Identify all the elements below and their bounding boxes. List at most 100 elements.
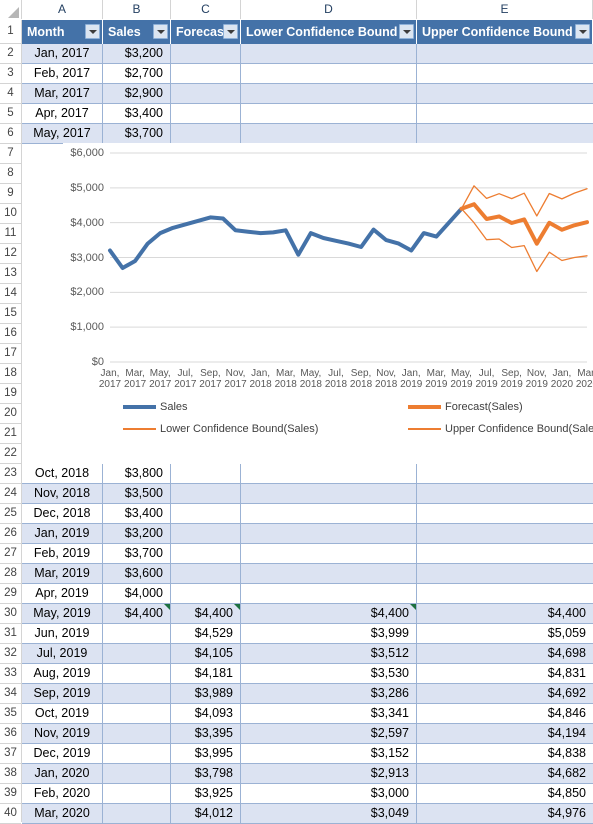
row-header-11[interactable]: 11 [0,224,21,244]
upper-bound-cell[interactable] [417,84,593,103]
month-cell[interactable]: Mar, 2019 [22,564,103,583]
select-all-button[interactable] [0,0,22,19]
row-header-2[interactable]: 2 [0,44,21,64]
row-header-29[interactable]: 29 [0,584,21,604]
sales-cell[interactable] [103,724,171,743]
lower-bound-cell[interactable] [241,84,417,103]
upper-bound-cell[interactable]: $4,698 [417,644,593,663]
forecast-cell[interactable]: $4,012 [171,804,241,823]
row-header-30[interactable]: 30 [0,604,21,624]
upper-bound-cell[interactable] [417,544,593,563]
row-header-38[interactable]: 38 [0,764,21,784]
row-header-12[interactable]: 12 [0,244,21,264]
forecast-cell[interactable]: $4,529 [171,624,241,643]
table-row[interactable]: Oct, 2018 $3,800 [22,464,593,484]
upper-bound-cell[interactable] [417,124,593,143]
row-header-37[interactable]: 37 [0,744,21,764]
month-cell[interactable]: Jan, 2020 [22,764,103,783]
lower-bound-cell[interactable]: $2,913 [241,764,417,783]
row-header-31[interactable]: 31 [0,624,21,644]
month-cell[interactable]: Sep, 2019 [22,684,103,703]
legend-item[interactable]: Lower Confidence Bound(Sales) [123,423,318,435]
upper-bound-cell[interactable]: $4,400 [417,604,593,623]
forecast-cell[interactable] [171,124,241,143]
sales-cell[interactable]: $3,500 [103,484,171,503]
legend-item[interactable]: Forecast(Sales) [408,401,523,413]
forecast-cell[interactable]: $4,181 [171,664,241,683]
month-cell[interactable]: Jan, 2017 [22,44,103,63]
forecast-cell[interactable] [171,564,241,583]
upper-bound-cell[interactable]: $4,838 [417,744,593,763]
legend-item[interactable]: Sales [123,401,188,413]
sales-cell[interactable]: $3,800 [103,464,171,483]
forecast-cell[interactable]: $3,925 [171,784,241,803]
forecast-cell[interactable] [171,524,241,543]
row-header-23[interactable]: 23 [0,464,21,484]
forecast-cell[interactable]: $3,995 [171,744,241,763]
month-cell[interactable]: Oct, 2019 [22,704,103,723]
row-header-34[interactable]: 34 [0,684,21,704]
row-header-17[interactable]: 17 [0,344,21,364]
lower-bound-cell[interactable]: $3,286 [241,684,417,703]
upper-bound-cell[interactable] [417,44,593,63]
table-row[interactable]: Jan, 2020 $3,798 $2,913 $4,682 [22,764,593,784]
sales-cell[interactable] [103,664,171,683]
upper-bound-cell[interactable] [417,564,593,583]
upper-bound-cell[interactable]: $4,831 [417,664,593,683]
lower-bound-cell[interactable] [241,584,417,603]
month-cell[interactable]: Jun, 2019 [22,624,103,643]
month-cell[interactable]: Jul, 2019 [22,644,103,663]
row-header-13[interactable]: 13 [0,264,21,284]
row-header-26[interactable]: 26 [0,524,21,544]
row-header-21[interactable]: 21 [0,424,21,444]
lower-bound-cell[interactable]: $3,341 [241,704,417,723]
table-row[interactable]: Feb, 2017 $2,700 [22,64,593,84]
worksheet-canvas[interactable]: ABCDE 1 2 3 4 5 6 7 8 9 10 11 12 13 14 15 16 17 18 19 20 21 2… [0,0,593,824]
lower-bound-cell[interactable] [241,524,417,543]
row-header-22[interactable]: 22 [0,444,21,464]
month-cell[interactable]: Apr, 2019 [22,584,103,603]
lower-bound-cell[interactable] [241,464,417,483]
upper-bound-cell[interactable] [417,504,593,523]
sales-cell[interactable] [103,684,171,703]
sales-cell[interactable] [103,784,171,803]
month-cell[interactable]: Apr, 2017 [22,104,103,123]
table-row[interactable]: Nov, 2019 $3,395 $2,597 $4,194 [22,724,593,744]
lower-bound-cell[interactable] [241,124,417,143]
table-row[interactable]: Jul, 2019 $4,105 $3,512 $4,698 [22,644,593,664]
forecast-cell[interactable]: $3,798 [171,764,241,783]
row-header-40[interactable]: 40 [0,804,21,824]
row-header-33[interactable]: 33 [0,664,21,684]
month-cell[interactable]: Feb, 2017 [22,64,103,83]
sales-cell[interactable]: $3,200 [103,44,171,63]
table-row[interactable]: Mar, 2017 $2,900 [22,84,593,104]
sales-cell[interactable] [103,744,171,763]
filter-dropdown-icon[interactable] [153,24,168,39]
row-header-8[interactable]: 8 [0,164,21,184]
lower-bound-cell[interactable]: $3,049 [241,804,417,823]
upper-bound-cell[interactable] [417,524,593,543]
sales-cell[interactable] [103,764,171,783]
month-cell[interactable]: Nov, 2019 [22,724,103,743]
lower-bound-cell[interactable] [241,504,417,523]
lower-bound-cell[interactable] [241,564,417,583]
row-header-25[interactable]: 25 [0,504,21,524]
month-cell[interactable]: Dec, 2019 [22,744,103,763]
forecast-cell[interactable] [171,584,241,603]
sales-cell[interactable] [103,644,171,663]
row-header-24[interactable]: 24 [0,484,21,504]
lower-bound-cell[interactable]: $3,530 [241,664,417,683]
lower-bound-cell[interactable]: $2,597 [241,724,417,743]
table-row[interactable]: Apr, 2019 $4,000 [22,584,593,604]
table-row[interactable]: Aug, 2019 $4,181 $3,530 $4,831 [22,664,593,684]
forecast-cell[interactable] [171,44,241,63]
row-header-14[interactable]: 14 [0,284,21,304]
upper-bound-cell[interactable] [417,584,593,603]
row-header-4[interactable]: 4 [0,84,21,104]
forecast-cell[interactable] [171,504,241,523]
row-header-27[interactable]: 27 [0,544,21,564]
upper-bound-cell[interactable]: $4,976 [417,804,593,823]
column-header-b[interactable]: B [103,0,171,19]
table-row[interactable]: Dec, 2019 $3,995 $3,152 $4,838 [22,744,593,764]
row-header-9[interactable]: 9 [0,184,21,204]
